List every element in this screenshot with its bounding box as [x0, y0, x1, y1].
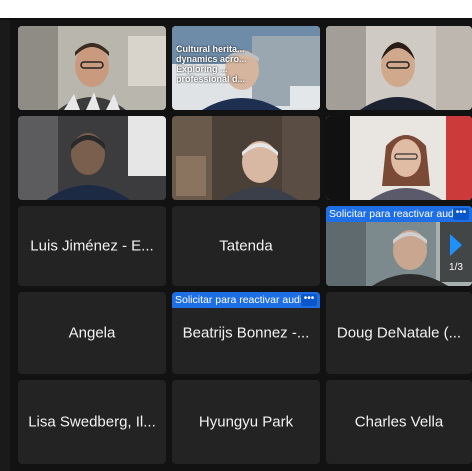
participant-name: Lisa Swedberg, Il... [28, 413, 156, 431]
video-tile-man-dark-room[interactable] [18, 116, 166, 200]
participant-tile-beatrijs[interactable]: Solicitar para reactivar audio ••• Beatr… [172, 292, 320, 374]
participant-name: Angela [68, 324, 116, 342]
video-tile-presentation-speaker[interactable]: Cultural herita... dynamics acro... Expl… [172, 26, 320, 110]
participant-name: Beatrijs Bonnez -... [182, 324, 310, 342]
page-indicator: 1/3 [449, 262, 463, 273]
video-tile-older-man-headphones[interactable] [172, 116, 320, 200]
participant-name: Tatenda [219, 237, 273, 255]
unmute-request-banner[interactable]: Solicitar para reactivar audio [172, 292, 320, 308]
unmute-request-label: Solicitar para reactivar audio [329, 208, 463, 220]
video-gallery: Cultural herita... dynamics acro... Expl… [10, 20, 472, 471]
participant-name: Charles Vella [354, 413, 444, 431]
unmute-request-label: Solicitar para reactivar audio [175, 294, 309, 306]
participant-name: Doug DeNatale (... [336, 324, 462, 342]
video-tile-woman-glasses[interactable] [326, 116, 472, 200]
participant-name: Luis Jiménez - E... [30, 237, 154, 255]
participant-tile-lisa[interactable]: Lisa Swedberg, Il... [18, 380, 166, 464]
participant-tile-tatenda[interactable]: Tatenda [172, 206, 320, 286]
participant-video [326, 26, 472, 110]
chevron-right-icon [450, 234, 462, 256]
next-page-button[interactable]: 1/3 [440, 222, 472, 282]
window-top-bar [0, 0, 472, 18]
participant-video [18, 116, 166, 200]
previous-page-edge [0, 20, 10, 471]
video-tile-man-striped-shirt[interactable] [18, 26, 166, 110]
participant-tile-angela[interactable]: Angela [18, 292, 166, 374]
participant-video [18, 26, 166, 110]
participant-tile-luis[interactable]: Luis Jiménez - E... [18, 206, 166, 286]
more-options-button[interactable]: ••• [301, 294, 317, 306]
participant-tile-charles[interactable]: Charles Vella [326, 380, 472, 464]
unmute-request-banner[interactable]: Solicitar para reactivar audio [326, 206, 472, 222]
participant-tile-doug[interactable]: Doug DeNatale (... [326, 292, 472, 374]
participant-name: Hyungyu Park [198, 413, 294, 431]
participant-video [326, 116, 472, 200]
participant-video [172, 116, 320, 200]
presentation-slide-text: Cultural herita... dynamics acro... Expl… [176, 44, 247, 84]
participant-tile-hyungyu[interactable]: Hyungyu Park [172, 380, 320, 464]
video-tile-man-glasses-curly-hair[interactable] [326, 26, 472, 110]
more-options-button[interactable]: ••• [453, 208, 469, 220]
